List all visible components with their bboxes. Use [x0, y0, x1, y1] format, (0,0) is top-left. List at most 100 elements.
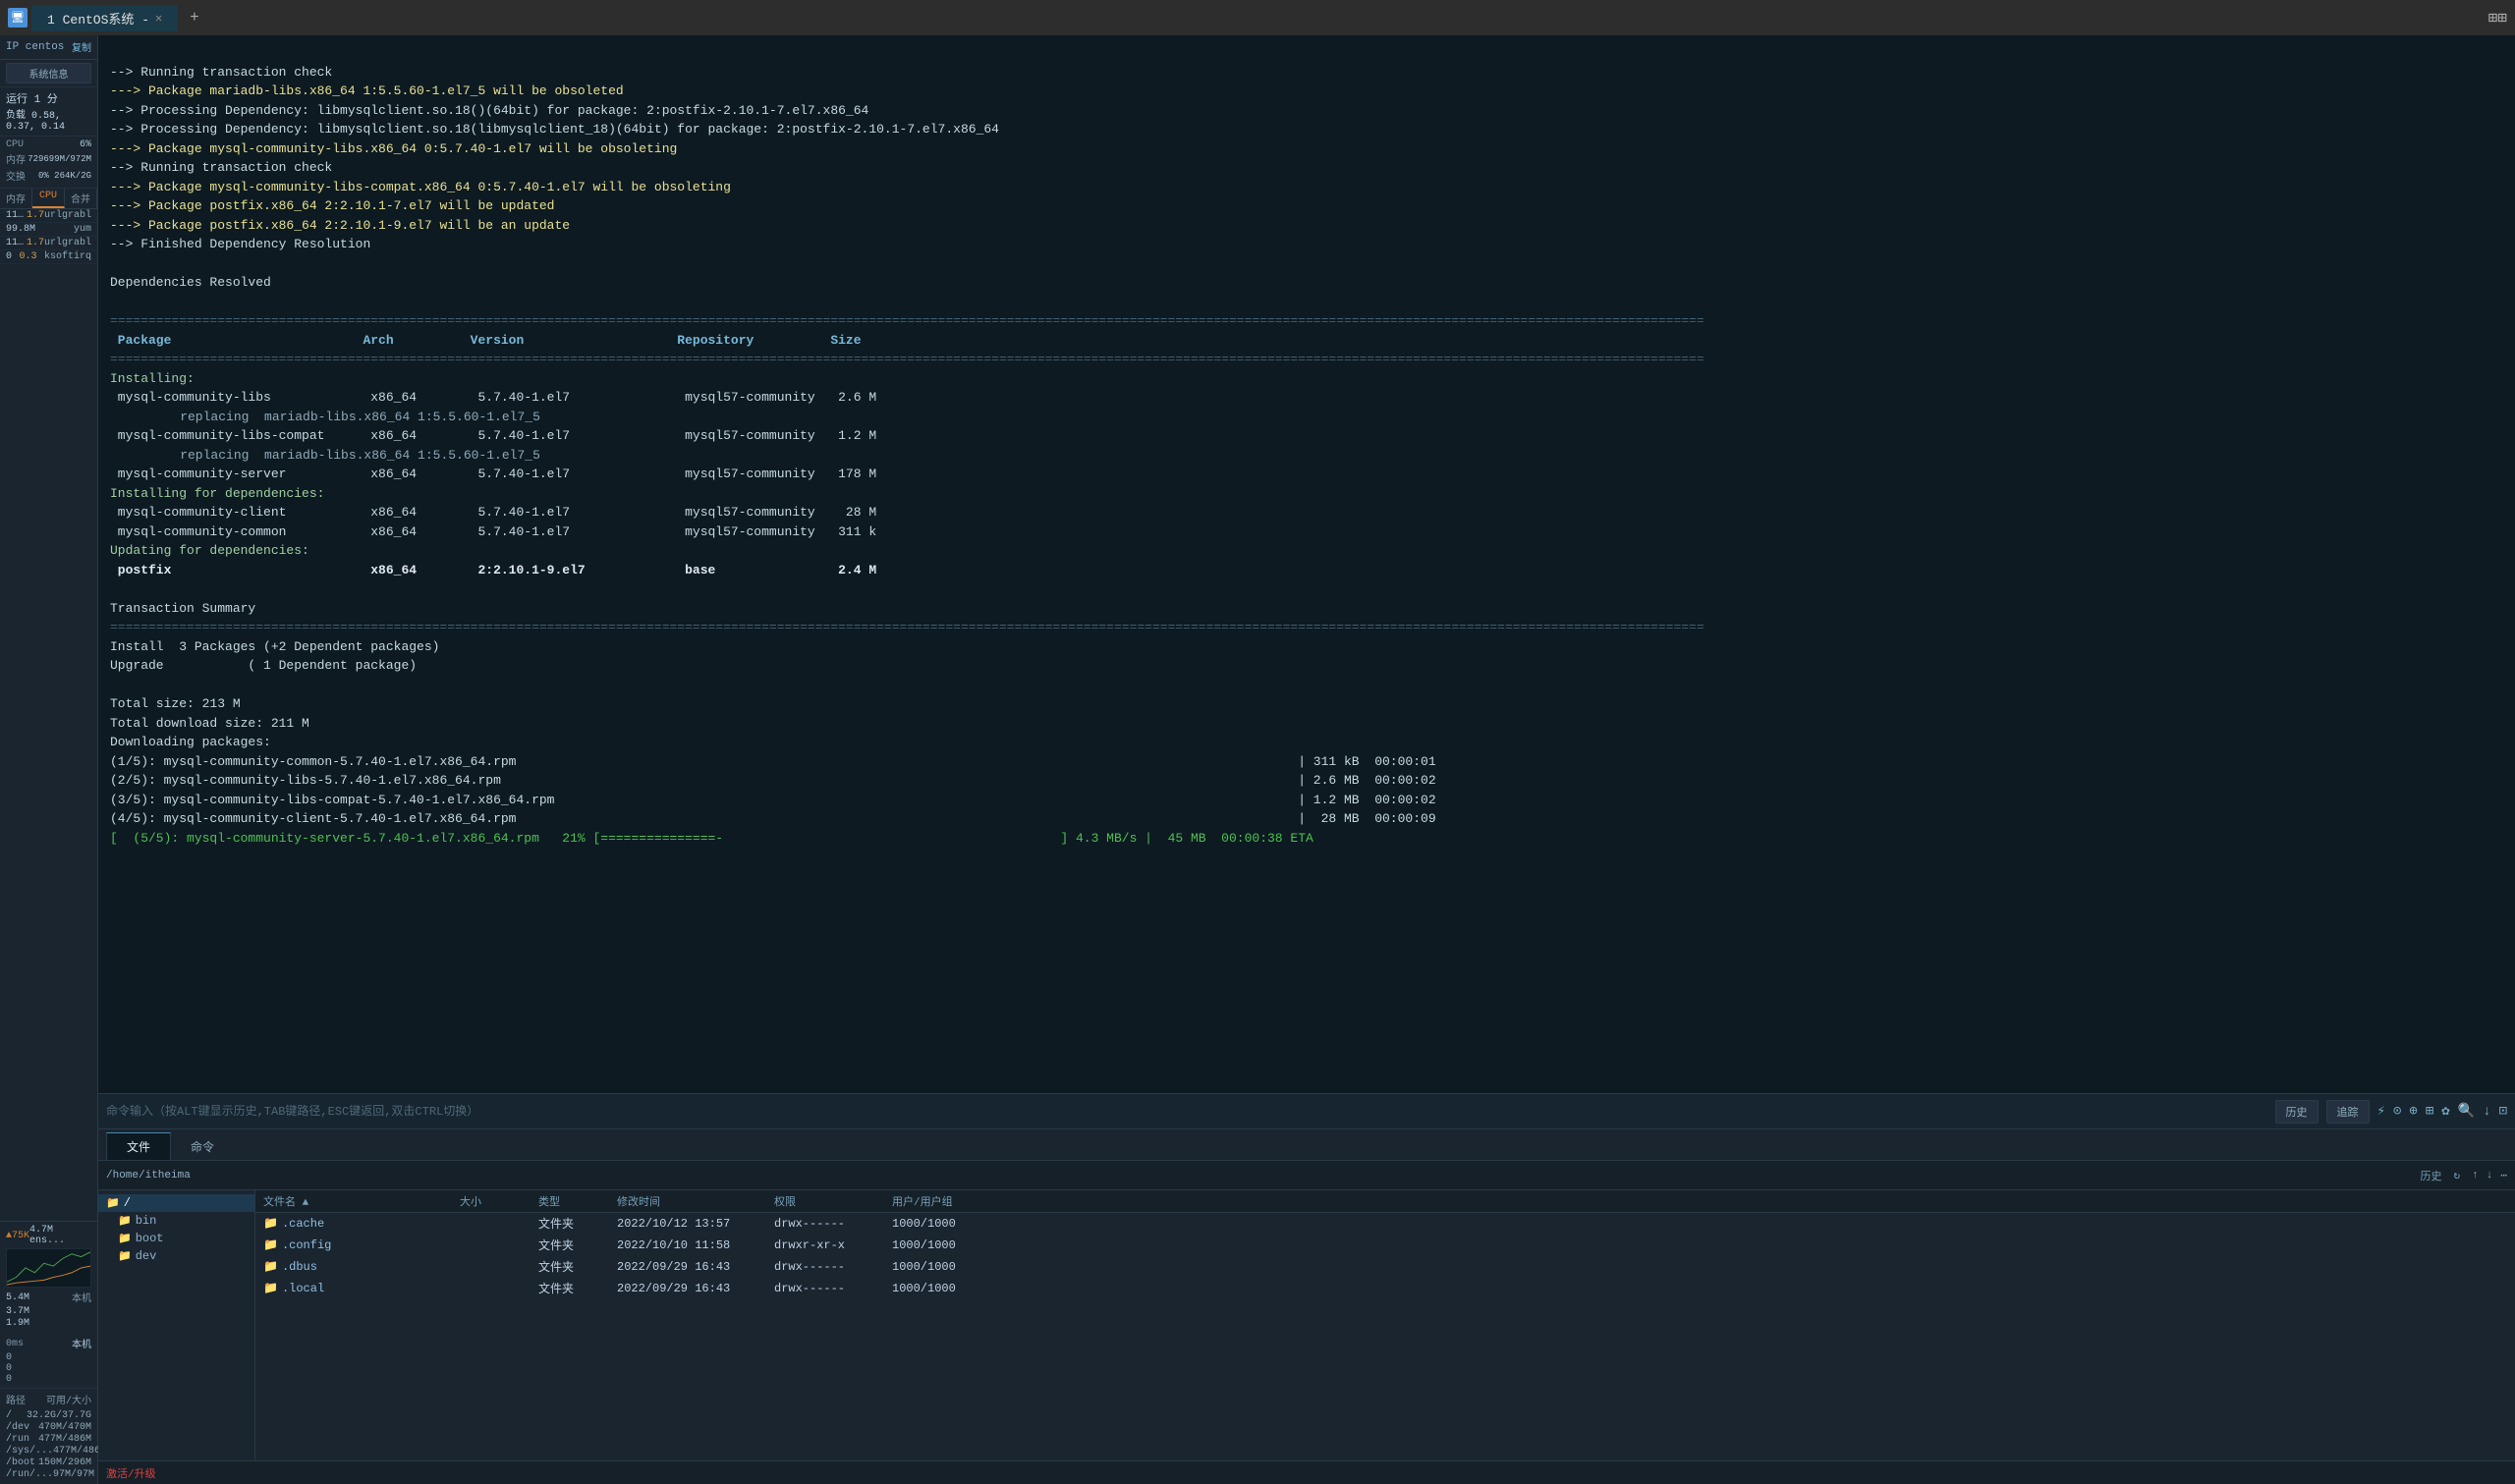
terminal-input-bar: 历史 追踪 ⚡ ⊙ ⊕ ⊞ ✿ 🔍 ↓ ⊡ — [98, 1093, 2515, 1128]
fm-history-label: 历史 — [2421, 1168, 2442, 1183]
fm-path-label: /home/itheima — [106, 1170, 191, 1182]
process-list: 11.8M 1.7 urlgrabl 99.8M yum 11.6M 1.7 u… — [0, 209, 97, 1221]
fm-tree-root[interactable]: 📁 / — [98, 1194, 254, 1212]
titlebar: 🖥 1 CentOS系统 - ✕ + ⊞⊞ — [0, 0, 2515, 35]
terminal-line: --> Running transaction check — [110, 65, 332, 80]
terminal-line: postfix x86_64 2:2.10.1-9.el7 base 2.4 M — [110, 563, 876, 577]
folder-icon: 📁 — [263, 1259, 278, 1274]
terminal-line: (3/5): mysql-community-libs-compat-5.7.4… — [110, 793, 1436, 807]
terminal-line: Total size: 213 M — [110, 696, 241, 711]
terminal-line: ---> Package postfix.x86_64 2:2.10.1-9.e… — [110, 218, 570, 233]
file-manager: /home/itheima 历史 ↻ ↑ ↓ ⋯ 📁 / 📁 bin — [98, 1160, 2515, 1484]
fm-tree-bin[interactable]: 📁 bin — [98, 1212, 254, 1230]
sidebar-tabs: 内存 CPU 合并 — [0, 189, 97, 209]
fm-list-item[interactable]: 📁.config 文件夹 2022/10/10 11:58 drwxr-xr-x… — [255, 1235, 2515, 1256]
trace-button[interactable]: 追踪 — [2326, 1100, 2370, 1124]
fm-tree-dev-label: dev — [136, 1249, 157, 1263]
col-name-header[interactable]: 文件名 ▲ — [263, 1193, 460, 1209]
terminal-separator: ========================================… — [110, 620, 1705, 634]
process-item: 0 0.3 ksoftirq — [0, 250, 97, 264]
terminal-line: mysql-community-common x86_64 5.7.40-1.e… — [110, 524, 876, 539]
terminal-line: (2/5): mysql-community-libs-5.7.40-1.el7… — [110, 773, 1436, 788]
terminal-line: mysql-community-libs x86_64 5.7.40-1.el7… — [110, 390, 876, 405]
main-area: IP centos 复制 系统信息 运行 1 分 负载 0.58, 0.37, … — [0, 35, 2515, 1484]
terminal-line: Installing for dependencies: — [110, 486, 324, 501]
col-date-header[interactable]: 修改时间 — [617, 1193, 774, 1209]
col-perm-header[interactable]: 权限 — [774, 1193, 892, 1209]
terminal-line: Upgrade ( 1 Dependent package) — [110, 658, 417, 673]
terminal-line: Installing: — [110, 371, 195, 386]
flash-icon[interactable]: ⚡ — [2377, 1103, 2385, 1120]
fm-down-icon[interactable]: ↓ — [2487, 1170, 2493, 1182]
fm-tree-boot[interactable]: 📁 boot — [98, 1230, 254, 1247]
fm-more-icon[interactable]: ⋯ — [2500, 1169, 2507, 1182]
disk-item: /sys/... 477M/486M — [6, 1446, 91, 1457]
disk-item: /boot 150M/296M — [6, 1457, 91, 1468]
disk-avail-label: 可用/大小 — [46, 1392, 91, 1407]
terminal-line: Transaction Summary — [110, 601, 255, 616]
grid-icon[interactable]: ⊞ — [2426, 1103, 2433, 1120]
process-item: 11.6M 1.7 urlgrabl — [0, 237, 97, 250]
sysinfo-button[interactable]: 系统信息 — [6, 63, 91, 83]
tab-commands[interactable]: 命令 — [171, 1132, 234, 1160]
net-ens: 4.7M ens... — [29, 1225, 91, 1246]
fm-list-item[interactable]: 📁.dbus 文件夹 2022/09/29 16:43 drwx------ 1… — [255, 1256, 2515, 1278]
active-tab[interactable]: 1 CentOS系统 - ✕ — [31, 5, 178, 31]
settings-icon[interactable]: ✿ — [2441, 1103, 2449, 1120]
sidebar-ip-label: IP centos — [6, 41, 64, 53]
disk-item: /dev 470M/470M — [6, 1422, 91, 1433]
folder-icon: 📁 — [106, 1196, 120, 1210]
cpu-value: 6% — [80, 139, 91, 150]
search-icon[interactable]: 🔍 — [2458, 1103, 2475, 1120]
sidebar-copy-btn[interactable]: 复制 — [72, 39, 91, 55]
sidebar-tab-mem[interactable]: 内存 — [0, 189, 32, 208]
col-size-header[interactable]: 大小 — [460, 1193, 538, 1209]
terminal-input-field[interactable] — [106, 1104, 2275, 1119]
cpu-label: CPU — [6, 139, 24, 150]
latency-section: 0ms 本机 0 0 0 — [0, 1333, 97, 1389]
sidebar: IP centos 复制 系统信息 运行 1 分 负载 0.58, 0.37, … — [0, 35, 98, 1484]
sidebar-tab-cpu[interactable]: CPU — [32, 189, 65, 208]
fm-list-header: 文件名 ▲ 大小 类型 修改时间 权限 用户/用户组 — [255, 1190, 2515, 1213]
fm-tree-dev[interactable]: 📁 dev — [98, 1247, 254, 1265]
terminal-line: Install 3 Packages (+2 Dependent package… — [110, 639, 439, 654]
terminal-line: Total download size: 211 M — [110, 716, 309, 731]
activate-label[interactable]: 激活/升级 — [106, 1465, 156, 1481]
terminal-line: --> Finished Dependency Resolution — [110, 237, 370, 251]
terminal-line: mysql-community-server x86_64 5.7.40-1.e… — [110, 467, 876, 481]
col-user-header[interactable]: 用户/用户组 — [892, 1193, 1010, 1209]
fm-up-icon[interactable]: ↑ — [2472, 1170, 2479, 1182]
terminal-separator: ========================================… — [110, 352, 1705, 366]
tab-files[interactable]: 文件 — [106, 1132, 171, 1160]
net-label: ▲75K — [6, 1231, 29, 1241]
terminal-output[interactable]: --> Running transaction check ---> Packa… — [98, 35, 2515, 1093]
fm-refresh-icon[interactable]: ↻ — [2454, 1169, 2461, 1182]
fm-tree: 📁 / 📁 bin 📁 boot 📁 dev — [98, 1190, 255, 1460]
swap-label: 交换 — [6, 168, 26, 184]
fm-list-item[interactable]: 📁.local 文件夹 2022/09/29 16:43 drwx------ … — [255, 1278, 2515, 1299]
tab-close-icon[interactable]: ✕ — [155, 11, 162, 26]
sidebar-tab-merge[interactable]: 合并 — [65, 189, 97, 208]
tab-label: 1 CentOS系统 - — [47, 9, 149, 27]
app-icon: 🖥 — [8, 8, 28, 27]
history-button[interactable]: 历史 — [2275, 1100, 2319, 1124]
terminal-line: ---> Package mariadb-libs.x86_64 1:5.5.6… — [110, 83, 624, 98]
net-val2: 3.7M — [6, 1306, 29, 1317]
copy-icon[interactable]: ⊕ — [2409, 1103, 2417, 1120]
terminal-line: mysql-community-client x86_64 5.7.40-1.e… — [110, 505, 876, 520]
net-section: ▲75K 4.7M ens... 5.4M 本机 3.7M 1.9M — [0, 1221, 97, 1333]
menu-icon[interactable]: ⊡ — [2499, 1103, 2507, 1120]
sidebar-cpu: CPU 6% 内存 729699M/972M 交换 0% 264K/2G — [0, 137, 97, 189]
circle-icon[interactable]: ⊙ — [2393, 1103, 2401, 1120]
net-val3: 1.9M — [6, 1318, 29, 1329]
folder-icon: 📁 — [118, 1214, 132, 1228]
download-icon[interactable]: ↓ — [2483, 1104, 2490, 1120]
terminal-line: Dependencies Resolved — [110, 275, 271, 290]
disk-item: / 32.2G/37.7G — [6, 1410, 91, 1421]
col-type-header[interactable]: 类型 — [538, 1193, 617, 1209]
lat-unit: 本机 — [72, 1336, 91, 1351]
add-tab-button[interactable]: + — [182, 5, 206, 30]
fm-tree-bin-label: bin — [136, 1214, 157, 1228]
fm-list-item[interactable]: 📁.cache 文件夹 2022/10/12 13:57 drwx------ … — [255, 1213, 2515, 1235]
grid-icon[interactable]: ⊞⊞ — [2488, 8, 2507, 27]
